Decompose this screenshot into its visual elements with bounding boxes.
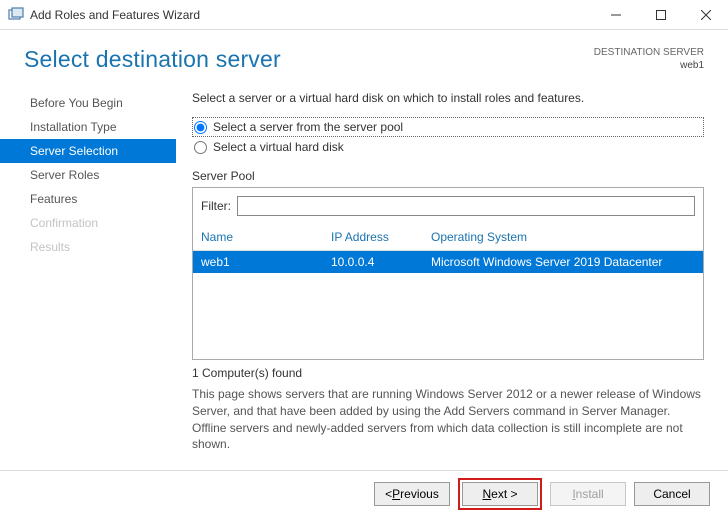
radio-vhd-input[interactable] (194, 141, 207, 154)
close-button[interactable] (683, 0, 728, 30)
filter-row: Filter: (193, 188, 703, 224)
nav-confirmation: Confirmation (0, 211, 176, 235)
nav-server-roles[interactable]: Server Roles (0, 163, 176, 187)
next-button-highlight: Next > (458, 478, 542, 510)
wizard-footer: < Previous Next > Install Cancel (0, 470, 728, 516)
grid-row[interactable]: web1 10.0.0.4 Microsoft Windows Server 2… (193, 251, 703, 273)
radio-server-pool[interactable]: Select a server from the server pool (192, 117, 704, 137)
cancel-button[interactable]: Cancel (634, 482, 710, 506)
titlebar: Add Roles and Features Wizard (0, 0, 728, 30)
radio-vhd-label: Select a virtual hard disk (213, 140, 344, 154)
destination-block: DESTINATION SERVER web1 (594, 46, 704, 72)
cell-name: web1 (201, 255, 331, 269)
nav-features[interactable]: Features (0, 187, 176, 211)
intro-text: Select a server or a virtual hard disk o… (192, 91, 704, 105)
nav-before-you-begin[interactable]: Before You Begin (0, 91, 176, 115)
server-grid: Name IP Address Operating System web1 10… (193, 224, 703, 359)
cell-os: Microsoft Windows Server 2019 Datacenter (431, 255, 695, 269)
col-os-header[interactable]: Operating System (431, 230, 695, 244)
description-text: This page shows servers that are running… (192, 386, 704, 453)
destination-value: web1 (594, 59, 704, 72)
cell-ip: 10.0.0.4 (331, 255, 431, 269)
server-pool-box: Filter: Name IP Address Operating System… (192, 187, 704, 360)
radio-vhd[interactable]: Select a virtual hard disk (192, 137, 704, 157)
count-text: 1 Computer(s) found (192, 366, 704, 380)
wizard-content: Select a server or a virtual hard disk o… (176, 85, 728, 463)
nav-installation-type[interactable]: Installation Type (0, 115, 176, 139)
col-ip-header[interactable]: IP Address (331, 230, 431, 244)
destination-label: DESTINATION SERVER (594, 46, 704, 59)
app-icon (8, 7, 24, 23)
wizard-header: Select destination server DESTINATION SE… (0, 30, 728, 81)
maximize-button[interactable] (638, 0, 683, 30)
nav-results: Results (0, 235, 176, 259)
col-name-header[interactable]: Name (201, 230, 331, 244)
grid-header: Name IP Address Operating System (193, 224, 703, 251)
radio-server-pool-label: Select a server from the server pool (213, 120, 403, 134)
window-controls (593, 0, 728, 30)
minimize-button[interactable] (593, 0, 638, 30)
nav-server-selection[interactable]: Server Selection (0, 139, 176, 163)
grid-body: web1 10.0.0.4 Microsoft Windows Server 2… (193, 251, 703, 359)
radio-server-pool-input[interactable] (194, 121, 207, 134)
next-button[interactable]: Next > (462, 482, 538, 506)
page-title: Select destination server (24, 46, 281, 73)
window-title: Add Roles and Features Wizard (30, 8, 200, 22)
filter-label: Filter: (201, 199, 231, 213)
install-button: Install (550, 482, 626, 506)
filter-input[interactable] (237, 196, 695, 216)
server-pool-label: Server Pool (192, 169, 704, 183)
previous-button[interactable]: < Previous (374, 482, 450, 506)
wizard-nav: Before You Begin Installation Type Serve… (0, 85, 176, 463)
